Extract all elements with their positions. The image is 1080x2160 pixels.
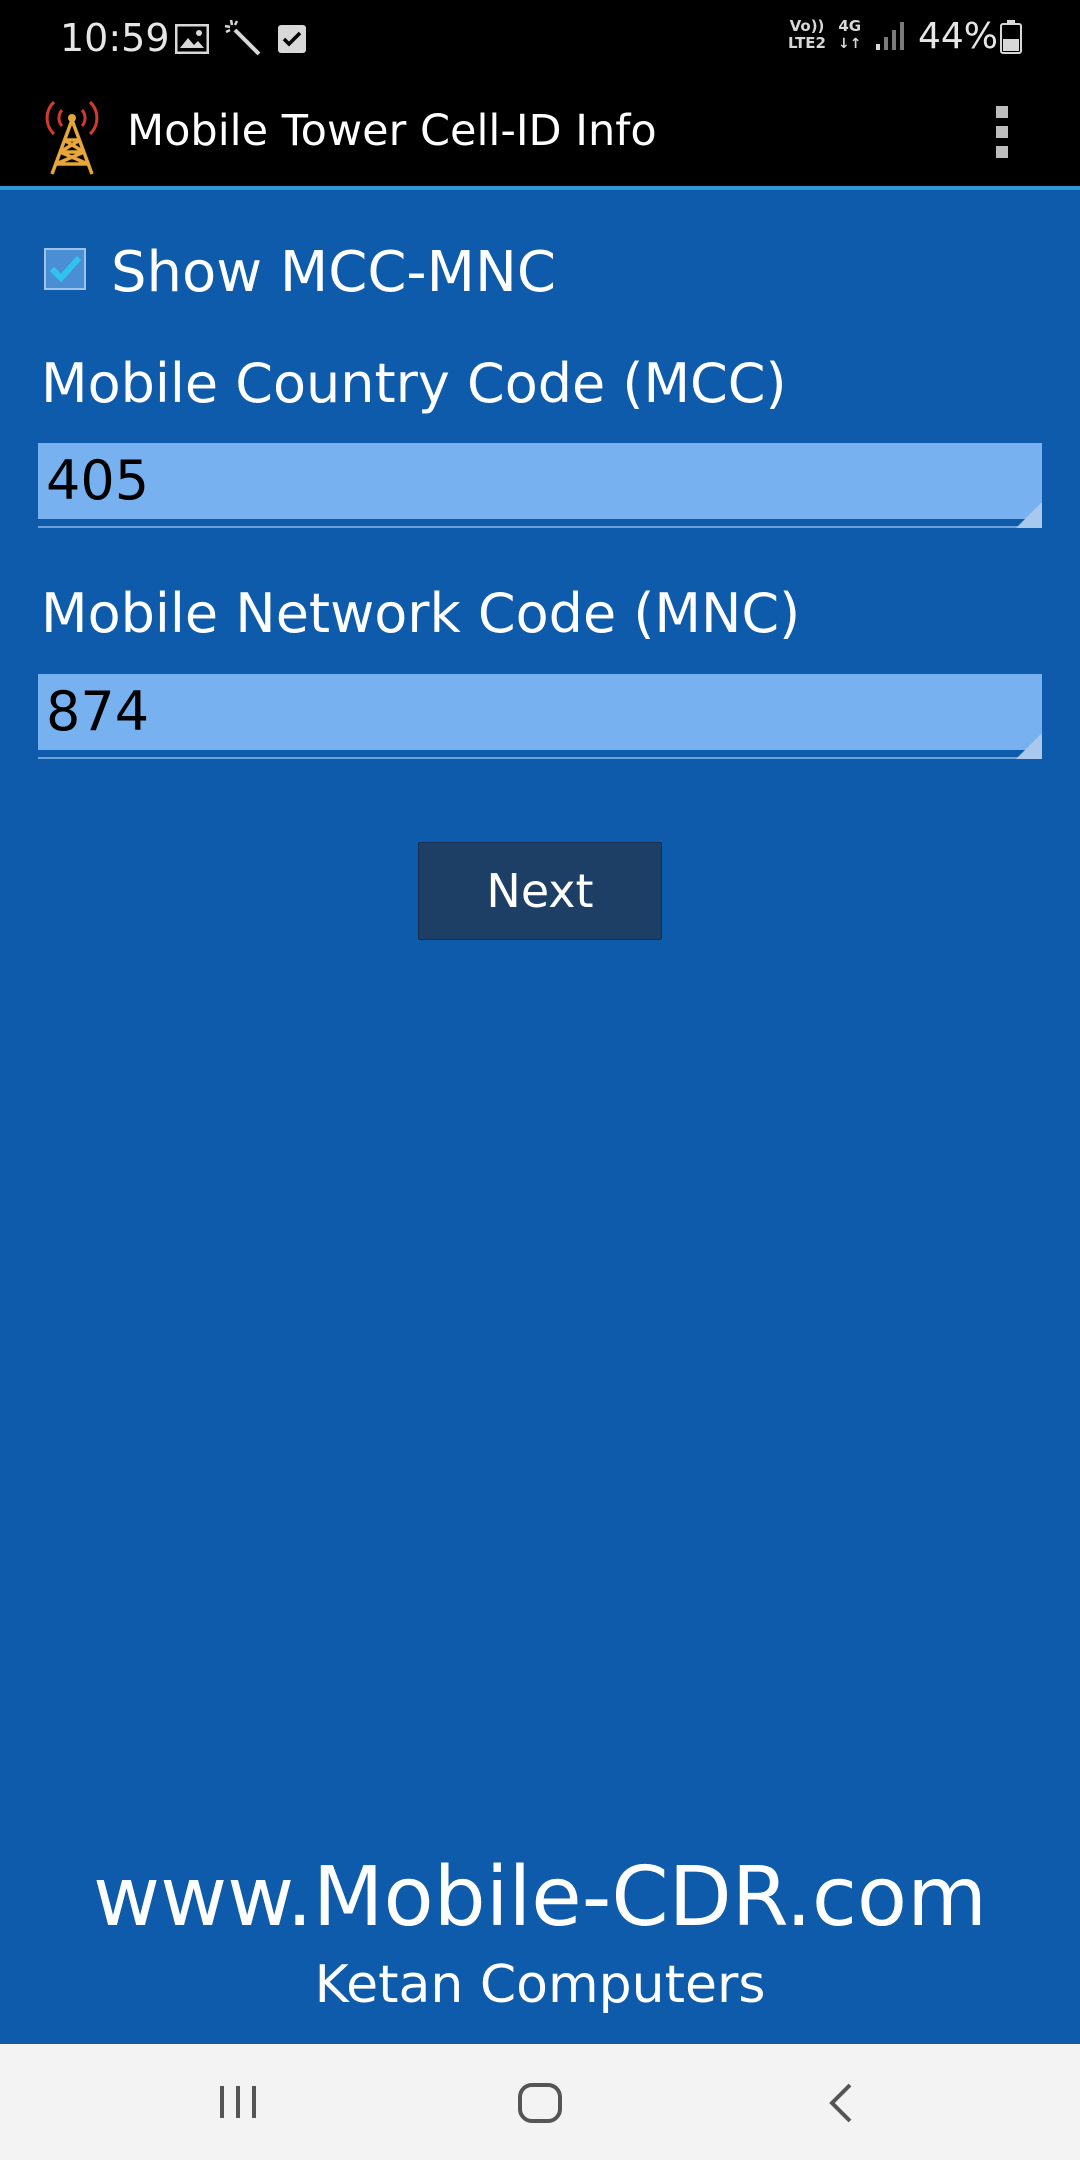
mnc-resize-corner xyxy=(1016,733,1042,759)
navigation-bar xyxy=(0,2044,1080,2160)
mcc-label: Mobile Country Code (MCC) xyxy=(41,352,787,415)
show-mcc-mnc-label: Show MCC-MNC xyxy=(111,240,556,305)
mnc-input[interactable]: 874 xyxy=(38,674,1042,750)
next-button[interactable]: Next xyxy=(418,842,662,940)
app-title: Mobile Tower Cell-ID Info xyxy=(127,106,657,156)
home-icon[interactable] xyxy=(516,2082,564,2128)
mnc-underline xyxy=(38,757,1042,759)
mnc-label: Mobile Network Code (MNC) xyxy=(41,582,801,645)
network-type-label: 4G xyxy=(838,17,862,35)
4g-data-icon: 4G ↓↑ xyxy=(838,17,862,53)
checkbox-notification-icon xyxy=(277,22,307,63)
signal-icon xyxy=(874,20,908,61)
magic-wand-icon xyxy=(223,18,263,65)
status-time: 10:59 xyxy=(60,16,170,60)
mcc-underline xyxy=(38,526,1042,528)
overflow-menu-icon[interactable] xyxy=(996,106,1008,166)
footer-url-link[interactable]: www.Mobile-CDR.com xyxy=(0,1850,1080,1945)
mcc-resize-corner xyxy=(1016,502,1042,528)
status-bar: 10:59 Vo)) LTE2 4G ↓↑ 44% xyxy=(0,0,1080,76)
battery-percent: 44% xyxy=(918,16,999,57)
mcc-input[interactable]: 405 xyxy=(38,443,1042,519)
volte-icon: Vo)) LTE2 xyxy=(788,18,826,52)
battery-icon xyxy=(1000,20,1022,63)
tower-icon xyxy=(38,96,106,180)
footer-company-name: Ketan Computers xyxy=(314,1955,766,2015)
lte-label: LTE2 xyxy=(788,34,826,52)
gallery-icon xyxy=(174,22,210,63)
show-mcc-mnc-checkbox[interactable] xyxy=(44,248,86,290)
volte-label: Vo)) xyxy=(789,17,825,35)
app-bar: Mobile Tower Cell-ID Info xyxy=(0,76,1080,190)
recents-icon[interactable] xyxy=(216,2082,260,2126)
back-icon[interactable] xyxy=(822,2082,862,2128)
